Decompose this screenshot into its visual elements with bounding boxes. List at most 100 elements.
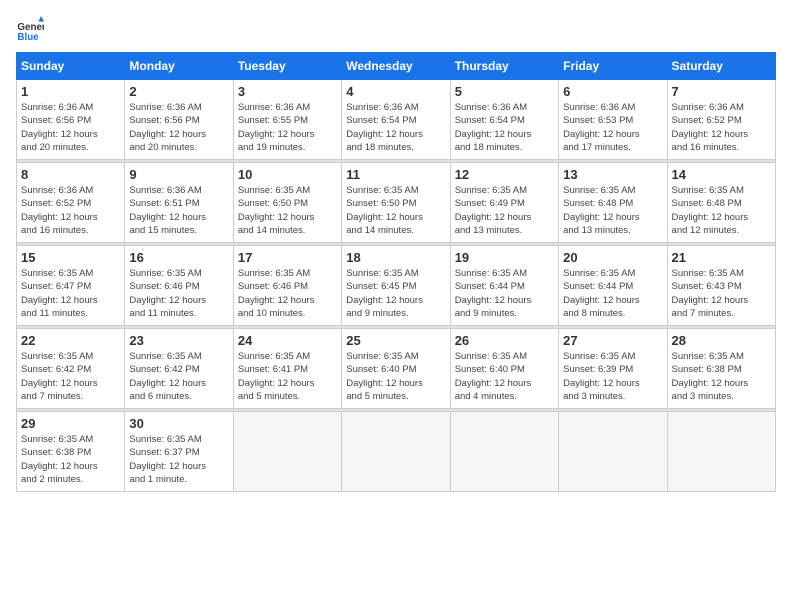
day-info: Sunrise: 6:36 AMSunset: 6:54 PMDaylight:… bbox=[455, 101, 554, 154]
day-number: 16 bbox=[129, 250, 228, 265]
calendar-cell: 10 Sunrise: 6:35 AMSunset: 6:50 PMDayligh… bbox=[233, 163, 341, 243]
day-info: Sunrise: 6:35 AMSunset: 6:38 PMDaylight:… bbox=[21, 433, 120, 486]
calendar-cell: 13 Sunrise: 6:35 AMSunset: 6:48 PMDayligh… bbox=[559, 163, 667, 243]
calendar-cell: 8 Sunrise: 6:36 AMSunset: 6:52 PMDaylight… bbox=[17, 163, 125, 243]
calendar-cell bbox=[559, 412, 667, 492]
day-number: 15 bbox=[21, 250, 120, 265]
day-number: 26 bbox=[455, 333, 554, 348]
day-info: Sunrise: 6:36 AMSunset: 6:53 PMDaylight:… bbox=[563, 101, 662, 154]
day-number: 13 bbox=[563, 167, 662, 182]
day-info: Sunrise: 6:35 AMSunset: 6:40 PMDaylight:… bbox=[346, 350, 445, 403]
calendar-cell: 2 Sunrise: 6:36 AMSunset: 6:56 PMDaylight… bbox=[125, 80, 233, 160]
day-number: 14 bbox=[672, 167, 771, 182]
day-info: Sunrise: 6:35 AMSunset: 6:46 PMDaylight:… bbox=[238, 267, 337, 320]
calendar-cell: 26 Sunrise: 6:35 AMSunset: 6:40 PMDayligh… bbox=[450, 329, 558, 409]
day-number: 21 bbox=[672, 250, 771, 265]
weekday-header-saturday: Saturday bbox=[667, 53, 775, 80]
weekday-header-thursday: Thursday bbox=[450, 53, 558, 80]
day-info: Sunrise: 6:35 AMSunset: 6:46 PMDaylight:… bbox=[129, 267, 228, 320]
weekday-header-monday: Monday bbox=[125, 53, 233, 80]
day-number: 3 bbox=[238, 84, 337, 99]
day-info: Sunrise: 6:36 AMSunset: 6:52 PMDaylight:… bbox=[21, 184, 120, 237]
day-info: Sunrise: 6:35 AMSunset: 6:43 PMDaylight:… bbox=[672, 267, 771, 320]
day-number: 30 bbox=[129, 416, 228, 431]
day-info: Sunrise: 6:35 AMSunset: 6:38 PMDaylight:… bbox=[672, 350, 771, 403]
calendar-cell bbox=[667, 412, 775, 492]
day-info: Sunrise: 6:35 AMSunset: 6:41 PMDaylight:… bbox=[238, 350, 337, 403]
page-header: General Blue bbox=[16, 16, 776, 44]
day-info: Sunrise: 6:35 AMSunset: 6:42 PMDaylight:… bbox=[129, 350, 228, 403]
logo-icon: General Blue bbox=[16, 16, 44, 44]
day-number: 29 bbox=[21, 416, 120, 431]
calendar-week-2: 8 Sunrise: 6:36 AMSunset: 6:52 PMDaylight… bbox=[17, 163, 776, 243]
day-info: Sunrise: 6:35 AMSunset: 6:40 PMDaylight:… bbox=[455, 350, 554, 403]
calendar-cell: 4 Sunrise: 6:36 AMSunset: 6:54 PMDaylight… bbox=[342, 80, 450, 160]
day-info: Sunrise: 6:35 AMSunset: 6:48 PMDaylight:… bbox=[563, 184, 662, 237]
day-number: 12 bbox=[455, 167, 554, 182]
calendar-cell: 27 Sunrise: 6:35 AMSunset: 6:39 PMDayligh… bbox=[559, 329, 667, 409]
weekday-header-tuesday: Tuesday bbox=[233, 53, 341, 80]
day-info: Sunrise: 6:35 AMSunset: 6:39 PMDaylight:… bbox=[563, 350, 662, 403]
calendar-cell: 19 Sunrise: 6:35 AMSunset: 6:44 PMDayligh… bbox=[450, 246, 558, 326]
day-info: Sunrise: 6:35 AMSunset: 6:45 PMDaylight:… bbox=[346, 267, 445, 320]
day-number: 19 bbox=[455, 250, 554, 265]
calendar-cell: 24 Sunrise: 6:35 AMSunset: 6:41 PMDayligh… bbox=[233, 329, 341, 409]
calendar-cell bbox=[233, 412, 341, 492]
day-number: 28 bbox=[672, 333, 771, 348]
day-number: 9 bbox=[129, 167, 228, 182]
day-info: Sunrise: 6:35 AMSunset: 6:47 PMDaylight:… bbox=[21, 267, 120, 320]
calendar-cell: 14 Sunrise: 6:35 AMSunset: 6:48 PMDayligh… bbox=[667, 163, 775, 243]
day-number: 10 bbox=[238, 167, 337, 182]
calendar-week-4: 22 Sunrise: 6:35 AMSunset: 6:42 PMDayligh… bbox=[17, 329, 776, 409]
day-info: Sunrise: 6:35 AMSunset: 6:42 PMDaylight:… bbox=[21, 350, 120, 403]
calendar-week-1: 1 Sunrise: 6:36 AMSunset: 6:56 PMDaylight… bbox=[17, 80, 776, 160]
calendar-cell: 3Sunrise: 6:36 AMSunset: 6:55 PMDaylight… bbox=[233, 80, 341, 160]
calendar-cell: 1 Sunrise: 6:36 AMSunset: 6:56 PMDaylight… bbox=[17, 80, 125, 160]
calendar-cell: 28 Sunrise: 6:35 AMSunset: 6:38 PMDayligh… bbox=[667, 329, 775, 409]
day-number: 2 bbox=[129, 84, 228, 99]
day-number: 17 bbox=[238, 250, 337, 265]
calendar-cell: 11Sunrise: 6:35 AMSunset: 6:50 PMDayligh… bbox=[342, 163, 450, 243]
day-number: 20 bbox=[563, 250, 662, 265]
calendar-cell: 29 Sunrise: 6:35 AMSunset: 6:38 PMDayligh… bbox=[17, 412, 125, 492]
day-number: 1 bbox=[21, 84, 120, 99]
calendar-cell: 23 Sunrise: 6:35 AMSunset: 6:42 PMDayligh… bbox=[125, 329, 233, 409]
weekday-header-friday: Friday bbox=[559, 53, 667, 80]
calendar-cell bbox=[342, 412, 450, 492]
calendar-cell: 9 Sunrise: 6:36 AMSunset: 6:51 PMDaylight… bbox=[125, 163, 233, 243]
day-info: Sunrise: 6:36 AMSunset: 6:52 PMDaylight:… bbox=[672, 101, 771, 154]
day-number: 22 bbox=[21, 333, 120, 348]
calendar-cell: 22 Sunrise: 6:35 AMSunset: 6:42 PMDayligh… bbox=[17, 329, 125, 409]
day-number: 7 bbox=[672, 84, 771, 99]
day-info: Sunrise: 6:36 AMSunset: 6:51 PMDaylight:… bbox=[129, 184, 228, 237]
day-info: Sunrise: 6:35 AMSunset: 6:48 PMDaylight:… bbox=[672, 184, 771, 237]
calendar-cell: 17 Sunrise: 6:35 AMSunset: 6:46 PMDayligh… bbox=[233, 246, 341, 326]
calendar-cell: 5 Sunrise: 6:36 AMSunset: 6:54 PMDaylight… bbox=[450, 80, 558, 160]
calendar-cell: 30Sunrise: 6:35 AMSunset: 6:37 PMDayligh… bbox=[125, 412, 233, 492]
calendar-week-5: 29 Sunrise: 6:35 AMSunset: 6:38 PMDayligh… bbox=[17, 412, 776, 492]
day-number: 5 bbox=[455, 84, 554, 99]
calendar-cell: 6 Sunrise: 6:36 AMSunset: 6:53 PMDaylight… bbox=[559, 80, 667, 160]
calendar-week-3: 15 Sunrise: 6:35 AMSunset: 6:47 PMDayligh… bbox=[17, 246, 776, 326]
weekday-header-wednesday: Wednesday bbox=[342, 53, 450, 80]
day-number: 24 bbox=[238, 333, 337, 348]
svg-text:Blue: Blue bbox=[17, 32, 39, 43]
logo: General Blue bbox=[16, 16, 48, 44]
calendar-cell: 20Sunrise: 6:35 AMSunset: 6:44 PMDayligh… bbox=[559, 246, 667, 326]
calendar-cell: 12 Sunrise: 6:35 AMSunset: 6:49 PMDayligh… bbox=[450, 163, 558, 243]
calendar-cell: 16 Sunrise: 6:35 AMSunset: 6:46 PMDayligh… bbox=[125, 246, 233, 326]
day-number: 11 bbox=[346, 167, 445, 182]
day-number: 6 bbox=[563, 84, 662, 99]
day-info: Sunrise: 6:36 AMSunset: 6:56 PMDaylight:… bbox=[21, 101, 120, 154]
day-info: Sunrise: 6:35 AMSunset: 6:50 PMDaylight:… bbox=[238, 184, 337, 237]
day-number: 4 bbox=[346, 84, 445, 99]
day-number: 8 bbox=[21, 167, 120, 182]
day-info: Sunrise: 6:36 AMSunset: 6:56 PMDaylight:… bbox=[129, 101, 228, 154]
day-number: 23 bbox=[129, 333, 228, 348]
day-info: Sunrise: 6:35 AMSunset: 6:49 PMDaylight:… bbox=[455, 184, 554, 237]
day-info: Sunrise: 6:35 AMSunset: 6:44 PMDaylight:… bbox=[455, 267, 554, 320]
calendar-cell: 21 Sunrise: 6:35 AMSunset: 6:43 PMDayligh… bbox=[667, 246, 775, 326]
day-info: Sunrise: 6:36 AMSunset: 6:54 PMDaylight:… bbox=[346, 101, 445, 154]
day-number: 27 bbox=[563, 333, 662, 348]
calendar-table: SundayMondayTuesdayWednesdayThursdayFrid… bbox=[16, 52, 776, 492]
